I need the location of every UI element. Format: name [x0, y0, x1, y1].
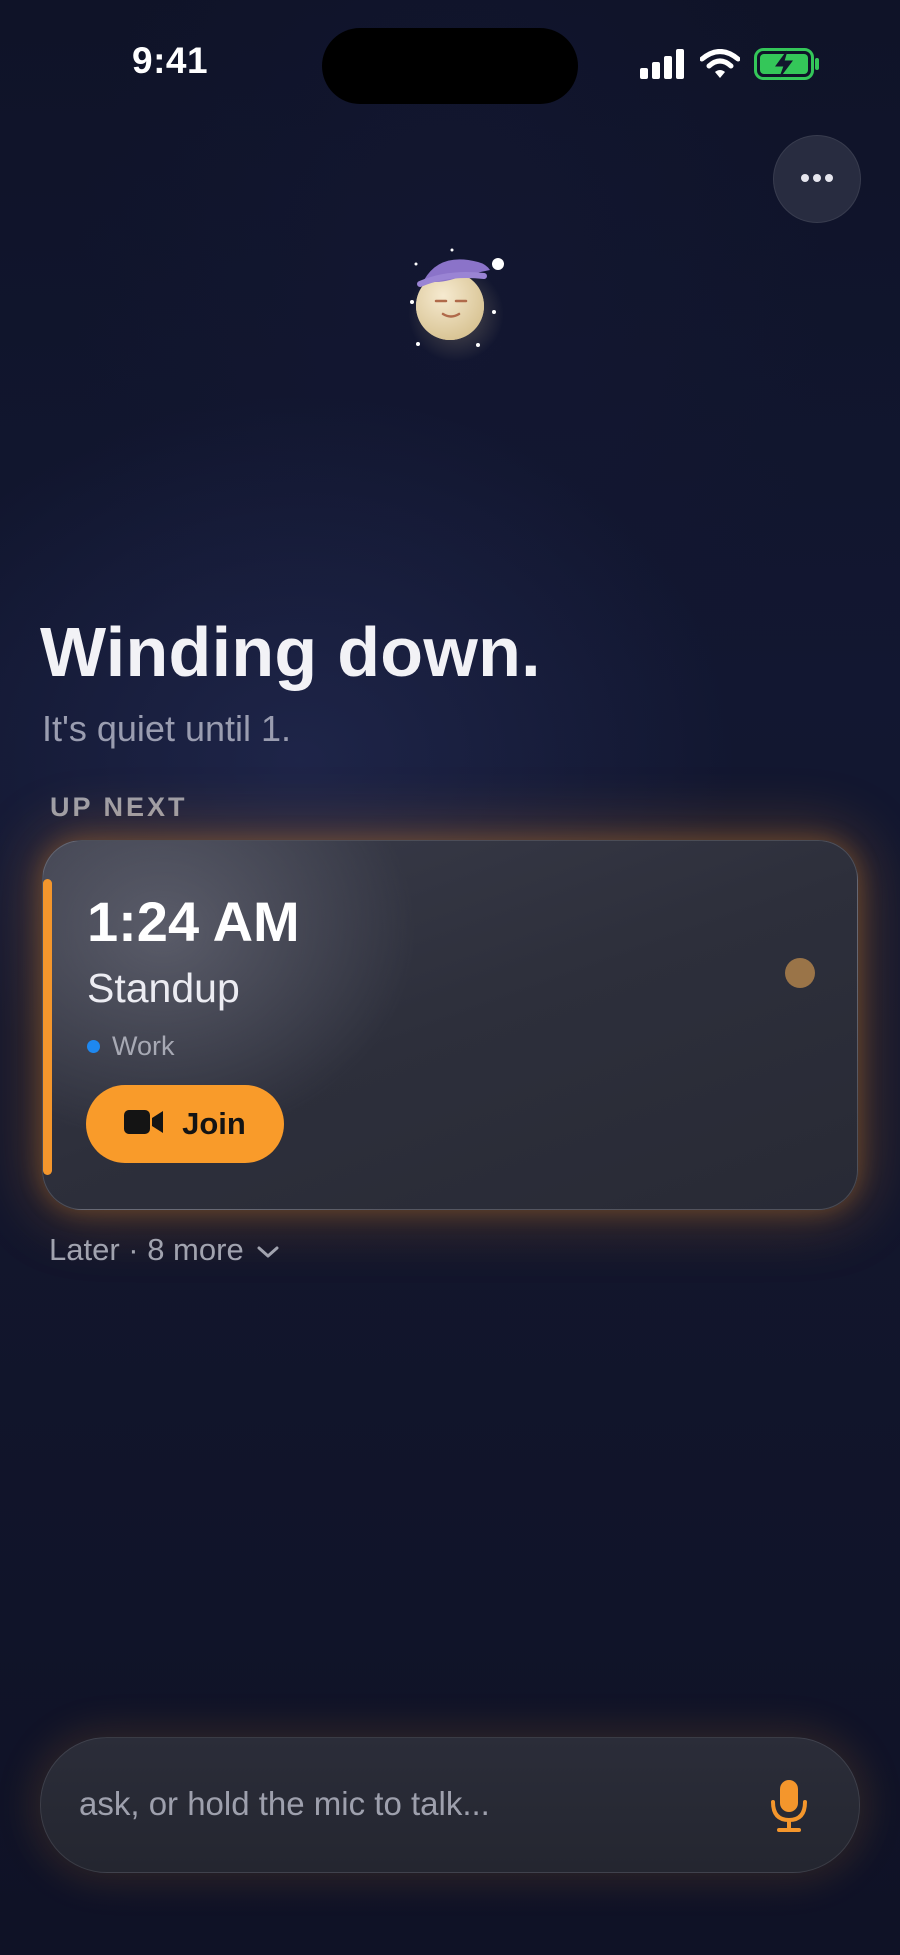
cellular-signal-icon: [640, 49, 686, 84]
event-accent-bar: [43, 879, 52, 1175]
up-next-label: UP NEXT: [50, 792, 188, 822]
later-toggle[interactable]: Later · 8 more: [49, 1232, 280, 1268]
status-icons: [640, 48, 820, 85]
join-button[interactable]: Join: [86, 1085, 284, 1163]
category-dot: [87, 1040, 100, 1053]
ellipsis-icon: [800, 170, 834, 188]
battery-charging-icon: [754, 48, 820, 85]
status-bar: 9:41: [0, 0, 900, 120]
event-category: Work: [87, 1031, 175, 1062]
join-label: Join: [182, 1106, 246, 1141]
event-card[interactable]: 1:24 AM Standup Work Join: [42, 840, 858, 1210]
chevron-down-icon: [256, 1232, 280, 1268]
status-time: 9:41: [132, 40, 209, 81]
event-title: Standup: [87, 965, 240, 1011]
video-camera-icon: [124, 1109, 164, 1140]
sleepy-moon-icon: [390, 240, 520, 370]
dynamic-island: [322, 28, 578, 104]
event-status-dot: [785, 958, 815, 988]
page-title: Winding down.: [40, 613, 541, 691]
microphone-icon[interactable]: [769, 1778, 809, 1834]
wifi-icon: [699, 49, 741, 84]
category-label: Work: [112, 1031, 175, 1061]
ask-input[interactable]: ask, or hold the mic to talk...: [40, 1737, 860, 1873]
event-time: 1:24 AM: [87, 890, 300, 953]
ask-placeholder: ask, or hold the mic to talk...: [79, 1785, 490, 1822]
more-options-button[interactable]: [773, 135, 861, 223]
later-label: Later · 8 more: [49, 1232, 244, 1267]
page-subtitle: It's quiet until 1.: [42, 708, 292, 749]
